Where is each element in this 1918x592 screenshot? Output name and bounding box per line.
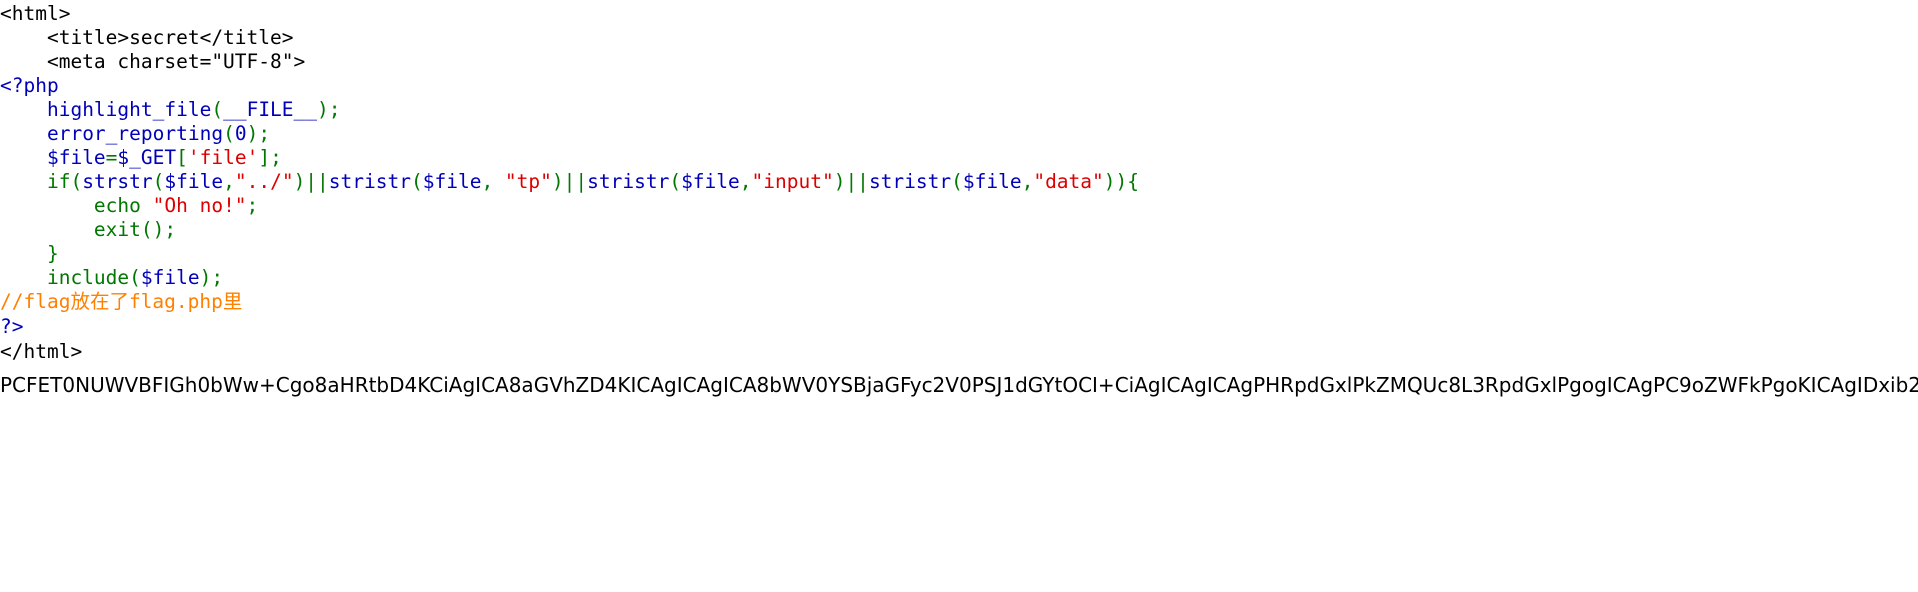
code-token-keyword: [ xyxy=(176,146,188,169)
code-token-string: "Oh no!" xyxy=(152,194,247,217)
code-token-keyword: } xyxy=(0,242,59,265)
code-line: exit(); xyxy=(0,218,1139,242)
code-line: //flag放在了flag.php里 xyxy=(0,290,1139,315)
code-line: highlight_file(__FILE__); xyxy=(0,98,1139,122)
code-token-keyword: , xyxy=(739,170,752,193)
code-token-default: ?> xyxy=(0,315,24,338)
code-token-default: $_GET xyxy=(117,146,177,169)
base64-output: PCFET0NUWVBFIGh0bWw+Cgo8aHRtbD4KCiAgICA8… xyxy=(0,373,1918,397)
code-line: <title>secret</title> xyxy=(0,26,1139,50)
code-token-html: </html> xyxy=(0,340,83,363)
code-token-keyword: )|| xyxy=(293,170,329,193)
code-token-keyword: , xyxy=(481,170,505,193)
code-token-default: stristr xyxy=(328,170,411,193)
code-token-string: "data" xyxy=(1033,170,1104,193)
code-token-default: $file xyxy=(46,146,106,169)
code-token-default xyxy=(0,170,47,193)
code-token-default: $file xyxy=(422,170,482,193)
php-source-listing: <html> <title>secret</title> <meta chars… xyxy=(0,2,1139,364)
code-token-default: stristr xyxy=(587,170,670,193)
code-token-default: $file xyxy=(681,170,740,193)
code-token-keyword: = xyxy=(105,146,118,169)
code-token-default: strstr xyxy=(82,170,153,193)
code-line: <meta charset="UTF-8"> xyxy=(0,50,1139,74)
code-token-keyword: ( xyxy=(211,98,224,121)
code-token-string: 'file' xyxy=(187,146,259,169)
code-token-keyword: , xyxy=(223,170,235,193)
code-token-default: highlight_file xyxy=(46,98,212,121)
code-token-keyword: )){ xyxy=(1103,170,1140,193)
code-line: if(strstr($file,"../")||stristr($file, "… xyxy=(0,170,1139,194)
code-token-keyword: ( xyxy=(152,170,165,193)
code-line: ?> xyxy=(0,315,1139,340)
code-token-string: "../" xyxy=(234,170,294,193)
code-token-keyword: exit(); xyxy=(0,218,177,241)
code-token-default: __FILE__ xyxy=(223,98,318,121)
code-token-default: $file xyxy=(164,170,224,193)
code-token-keyword: ; xyxy=(246,194,259,217)
code-token-html: <meta charset="UTF-8"> xyxy=(0,50,306,73)
code-token-default: error_reporting xyxy=(46,122,224,145)
code-token-keyword: )|| xyxy=(833,170,869,193)
code-token-default xyxy=(0,146,47,169)
code-token-default: <?php xyxy=(0,74,59,97)
code-line: <html> xyxy=(0,2,1139,26)
code-token-keyword: ]; xyxy=(258,146,282,169)
code-line: include($file); xyxy=(0,266,1139,290)
code-token-keyword: , xyxy=(1021,170,1034,193)
code-token-default: stristr xyxy=(868,170,952,193)
code-line: error_reporting(0); xyxy=(0,122,1139,146)
code-token-default xyxy=(0,122,47,145)
code-token-keyword: ); xyxy=(246,122,271,145)
code-token-keyword: ( xyxy=(951,170,963,193)
code-token-html: <title>secret</title> xyxy=(0,26,294,49)
code-token-html: <html> xyxy=(0,2,71,25)
code-token-keyword: if( xyxy=(46,170,83,193)
code-line: $file=$_GET['file']; xyxy=(0,146,1139,170)
code-token-default: 0 xyxy=(234,122,247,145)
code-token-default: $file xyxy=(140,266,200,289)
code-token-keyword: ); xyxy=(317,98,341,121)
code-token-keyword: ); xyxy=(199,266,224,289)
code-token-default: $file xyxy=(962,170,1022,193)
code-token-keyword: ( xyxy=(410,170,423,193)
code-line: </html> xyxy=(0,340,1139,364)
code-token-keyword: ( xyxy=(669,170,682,193)
code-token-keyword: ( xyxy=(223,122,235,145)
code-line: <?php xyxy=(0,74,1139,98)
code-token-comment: //flag放在了flag.php里 xyxy=(0,290,243,313)
code-token-default xyxy=(0,98,47,121)
code-token-keyword: include( xyxy=(0,266,141,289)
code-line: } xyxy=(0,242,1139,266)
code-token-string: "tp" xyxy=(504,170,552,193)
code-line: echo "Oh no!"; xyxy=(0,194,1139,218)
code-token-string: "input" xyxy=(751,170,834,193)
code-token-keyword: )|| xyxy=(551,170,588,193)
code-token-keyword: echo xyxy=(0,194,153,217)
